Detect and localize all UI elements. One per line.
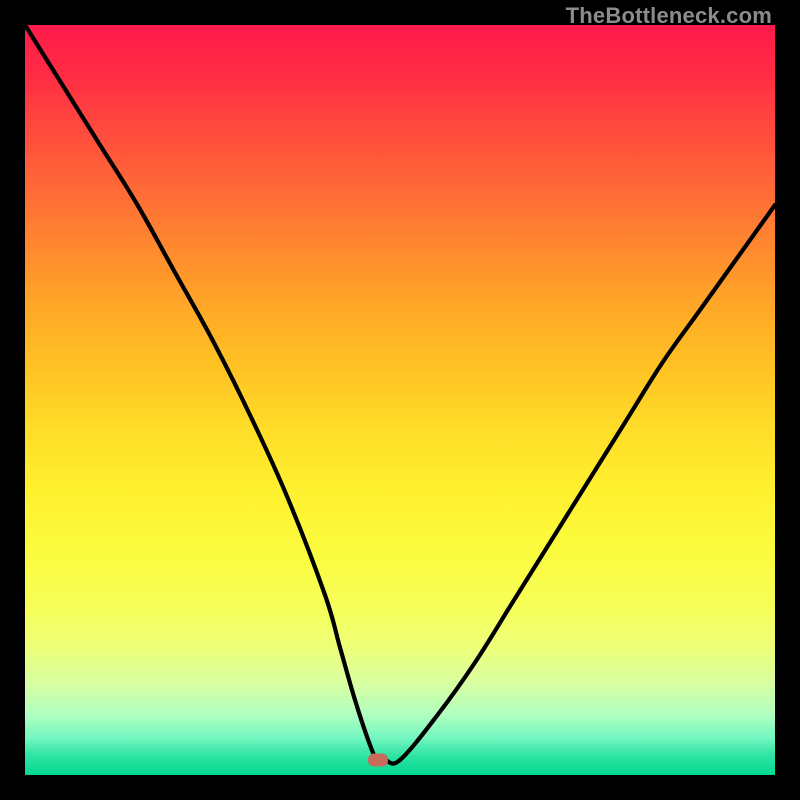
chart-frame: TheBottleneck.com — [0, 0, 800, 800]
bottleneck-curve — [25, 25, 775, 764]
curve-svg — [25, 25, 775, 775]
plot-area — [25, 25, 775, 775]
optimal-point-marker — [368, 754, 388, 767]
